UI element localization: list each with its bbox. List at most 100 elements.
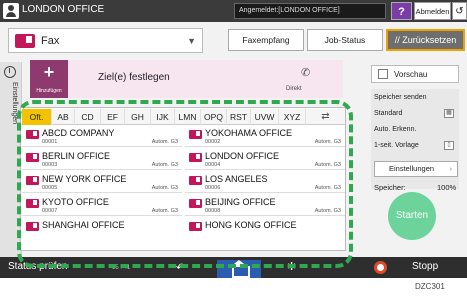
- stop-button[interactable]: Stopp: [412, 261, 438, 272]
- entry-name: SHANGHAI OFFICE: [42, 220, 125, 230]
- tab-ef[interactable]: EF: [101, 109, 125, 125]
- start-button[interactable]: Starten: [388, 192, 436, 240]
- help-button[interactable]: ?: [391, 2, 412, 20]
- reset-button[interactable]: // Zurücksetzen: [386, 29, 465, 51]
- preview-toggle[interactable]: Vorschau: [371, 65, 459, 83]
- chevron-down-icon: ▼: [187, 36, 196, 46]
- entry-mode: Autom. G3: [314, 208, 341, 214]
- tab-xyz[interactable]: XYZ: [279, 109, 306, 125]
- tab-lmn[interactable]: LMN: [175, 109, 201, 125]
- tab-uvw[interactable]: UVW: [251, 109, 279, 125]
- user-icon: [3, 3, 19, 19]
- memory-value: 100%: [437, 183, 457, 192]
- list-item[interactable]: YOKOHAMA OFFICE 00002 Autom. G3: [185, 127, 345, 147]
- list-item[interactable]: ABCD COMPANY 00001 Autom. G3: [22, 127, 182, 147]
- job-status-button[interactable]: Job-Status: [307, 29, 383, 51]
- gear-icon[interactable]: ✲: [287, 260, 296, 273]
- entry-mode: Autom. G3: [314, 139, 341, 145]
- list-item[interactable]: HONG KONG OFFICE: [185, 219, 345, 237]
- login-status: Angemeldet:[LONDON OFFICE]: [234, 3, 386, 19]
- stop-icon[interactable]: [374, 261, 387, 274]
- page-icon: ▯: [444, 141, 454, 150]
- fax-icon: [26, 176, 39, 185]
- memory-label: Speicher:: [374, 183, 406, 192]
- single-sided-label: 1-seit. Vorlage: [374, 142, 419, 149]
- resolution-icon: ▦: [444, 109, 454, 118]
- fax-icon: [189, 153, 202, 162]
- tab-frequent[interactable]: Oft.: [22, 109, 52, 125]
- user-name: LONDON OFFICE: [22, 4, 105, 15]
- auto-detect-label: Auto. Erkenn.: [374, 126, 417, 133]
- fax-icon: [26, 199, 39, 208]
- swap-icon[interactable]: ⇄: [306, 109, 345, 125]
- list-item[interactable]: NEW YORK OFFICE 00005 Autom. G3: [22, 173, 182, 193]
- entry-name: NEW YORK OFFICE: [42, 174, 127, 184]
- entry-name: ABCD COMPANY: [42, 128, 115, 138]
- entry-name: LOS ANGELES: [205, 174, 268, 184]
- settings-button[interactable]: Einstellungen ›: [374, 161, 458, 177]
- logout-button[interactable]: Abmelden: [414, 2, 451, 20]
- index-tabs: Oft. AB CD EF GH IJK LMN OPQ RST UVW XYZ…: [22, 109, 345, 125]
- entry-mode: Autom. G3: [151, 185, 178, 191]
- plus-icon: +: [43, 62, 55, 82]
- entry-number: 00003: [42, 162, 58, 168]
- entry-name: BERLIN OFFICE: [42, 151, 111, 161]
- fax-icon: [189, 222, 202, 231]
- entry-mode: Autom. G3: [314, 162, 341, 168]
- fax-receipt-button[interactable]: Faxempfang: [228, 29, 304, 51]
- list-item[interactable]: BERLIN OFFICE 00003 Autom. G3: [22, 150, 182, 170]
- clock-icon: [4, 66, 16, 78]
- fax-icon: [26, 222, 39, 231]
- list-item[interactable]: LOS ANGELES 00006 Autom. G3: [185, 173, 345, 193]
- entry-name: HONG KONG OFFICE: [205, 220, 297, 230]
- list-item[interactable]: KYOTO OFFICE 00007 Autom. G3: [22, 196, 182, 216]
- tab-cd[interactable]: CD: [75, 109, 101, 125]
- back-arrow-icon[interactable]: ↶: [176, 261, 185, 274]
- settings-side-tab[interactable]: Einstellungen: [0, 62, 22, 262]
- app-selector[interactable]: Fax ▼: [8, 28, 203, 53]
- check-status-button[interactable]: Status prüfen: [8, 261, 67, 272]
- destination-list: ABCD COMPANY 00001 Autom. G3 YOKOHAMA OF…: [22, 127, 345, 251]
- resolution-label: Standard: [374, 110, 403, 117]
- entry-number: 00006: [205, 185, 221, 191]
- direct-input-label[interactable]: Direkt: [286, 86, 302, 92]
- fax-icon: [189, 199, 202, 208]
- entry-name: BEIJING OFFICE: [205, 197, 276, 207]
- fax-screen: LONDON OFFICE Angemeldet:[LONDON OFFICE]…: [0, 0, 467, 278]
- app-name: Fax: [41, 35, 60, 47]
- preview-label: Vorschau: [394, 70, 428, 79]
- entry-name: YOKOHAMA OFFICE: [205, 128, 293, 138]
- entry-number: 00007: [42, 208, 58, 214]
- entry-name: LONDON OFFICE: [205, 151, 280, 161]
- list-item[interactable]: SHANGHAI OFFICE: [22, 219, 182, 237]
- list-item[interactable]: BEIJING OFFICE 00008 Autom. G3: [185, 196, 345, 216]
- entry-number: 00001: [42, 139, 58, 145]
- chevron-right-icon: ›: [449, 164, 453, 173]
- entry-number: 00004: [205, 162, 221, 168]
- top-bar: LONDON OFFICE Angemeldet:[LONDON OFFICE]…: [0, 0, 467, 22]
- preview-checkbox[interactable]: [378, 69, 388, 79]
- list-item[interactable]: LONDON OFFICE 00004 Autom. G3: [185, 150, 345, 170]
- add-destination-button[interactable]: + Hinzufügen: [30, 60, 68, 98]
- entry-number: 00002: [205, 139, 221, 145]
- entry-name: KYOTO OFFICE: [42, 197, 109, 207]
- tab-ab[interactable]: AB: [52, 109, 75, 125]
- add-destination-label: Hinzufügen: [36, 88, 62, 94]
- back-icon[interactable]: ↺: [452, 2, 467, 20]
- home-button[interactable]: [217, 260, 261, 278]
- memory-send-label: Speicher senden: [374, 94, 427, 101]
- address-book: Oft. AB CD EF GH IJK LMN OPQ RST UVW XYZ…: [20, 107, 346, 251]
- entry-number: 00008: [205, 208, 221, 214]
- clock-time: 15 : 41: [112, 265, 131, 271]
- fax-icon: [26, 130, 39, 139]
- fax-icon: [26, 153, 39, 162]
- side-tab-label: Einstellungen: [11, 82, 18, 125]
- destination-field[interactable]: Ziel(e) festlegen ✆ Direkt: [68, 60, 343, 98]
- fax-icon: [15, 34, 35, 48]
- settings-button-label: Einstellungen: [389, 164, 435, 173]
- tab-gh[interactable]: GH: [125, 109, 151, 125]
- tab-ijk[interactable]: IJK: [151, 109, 175, 125]
- tab-opq[interactable]: OPQ: [201, 109, 227, 125]
- fax-icon: [189, 176, 202, 185]
- tab-rst[interactable]: RST: [227, 109, 251, 125]
